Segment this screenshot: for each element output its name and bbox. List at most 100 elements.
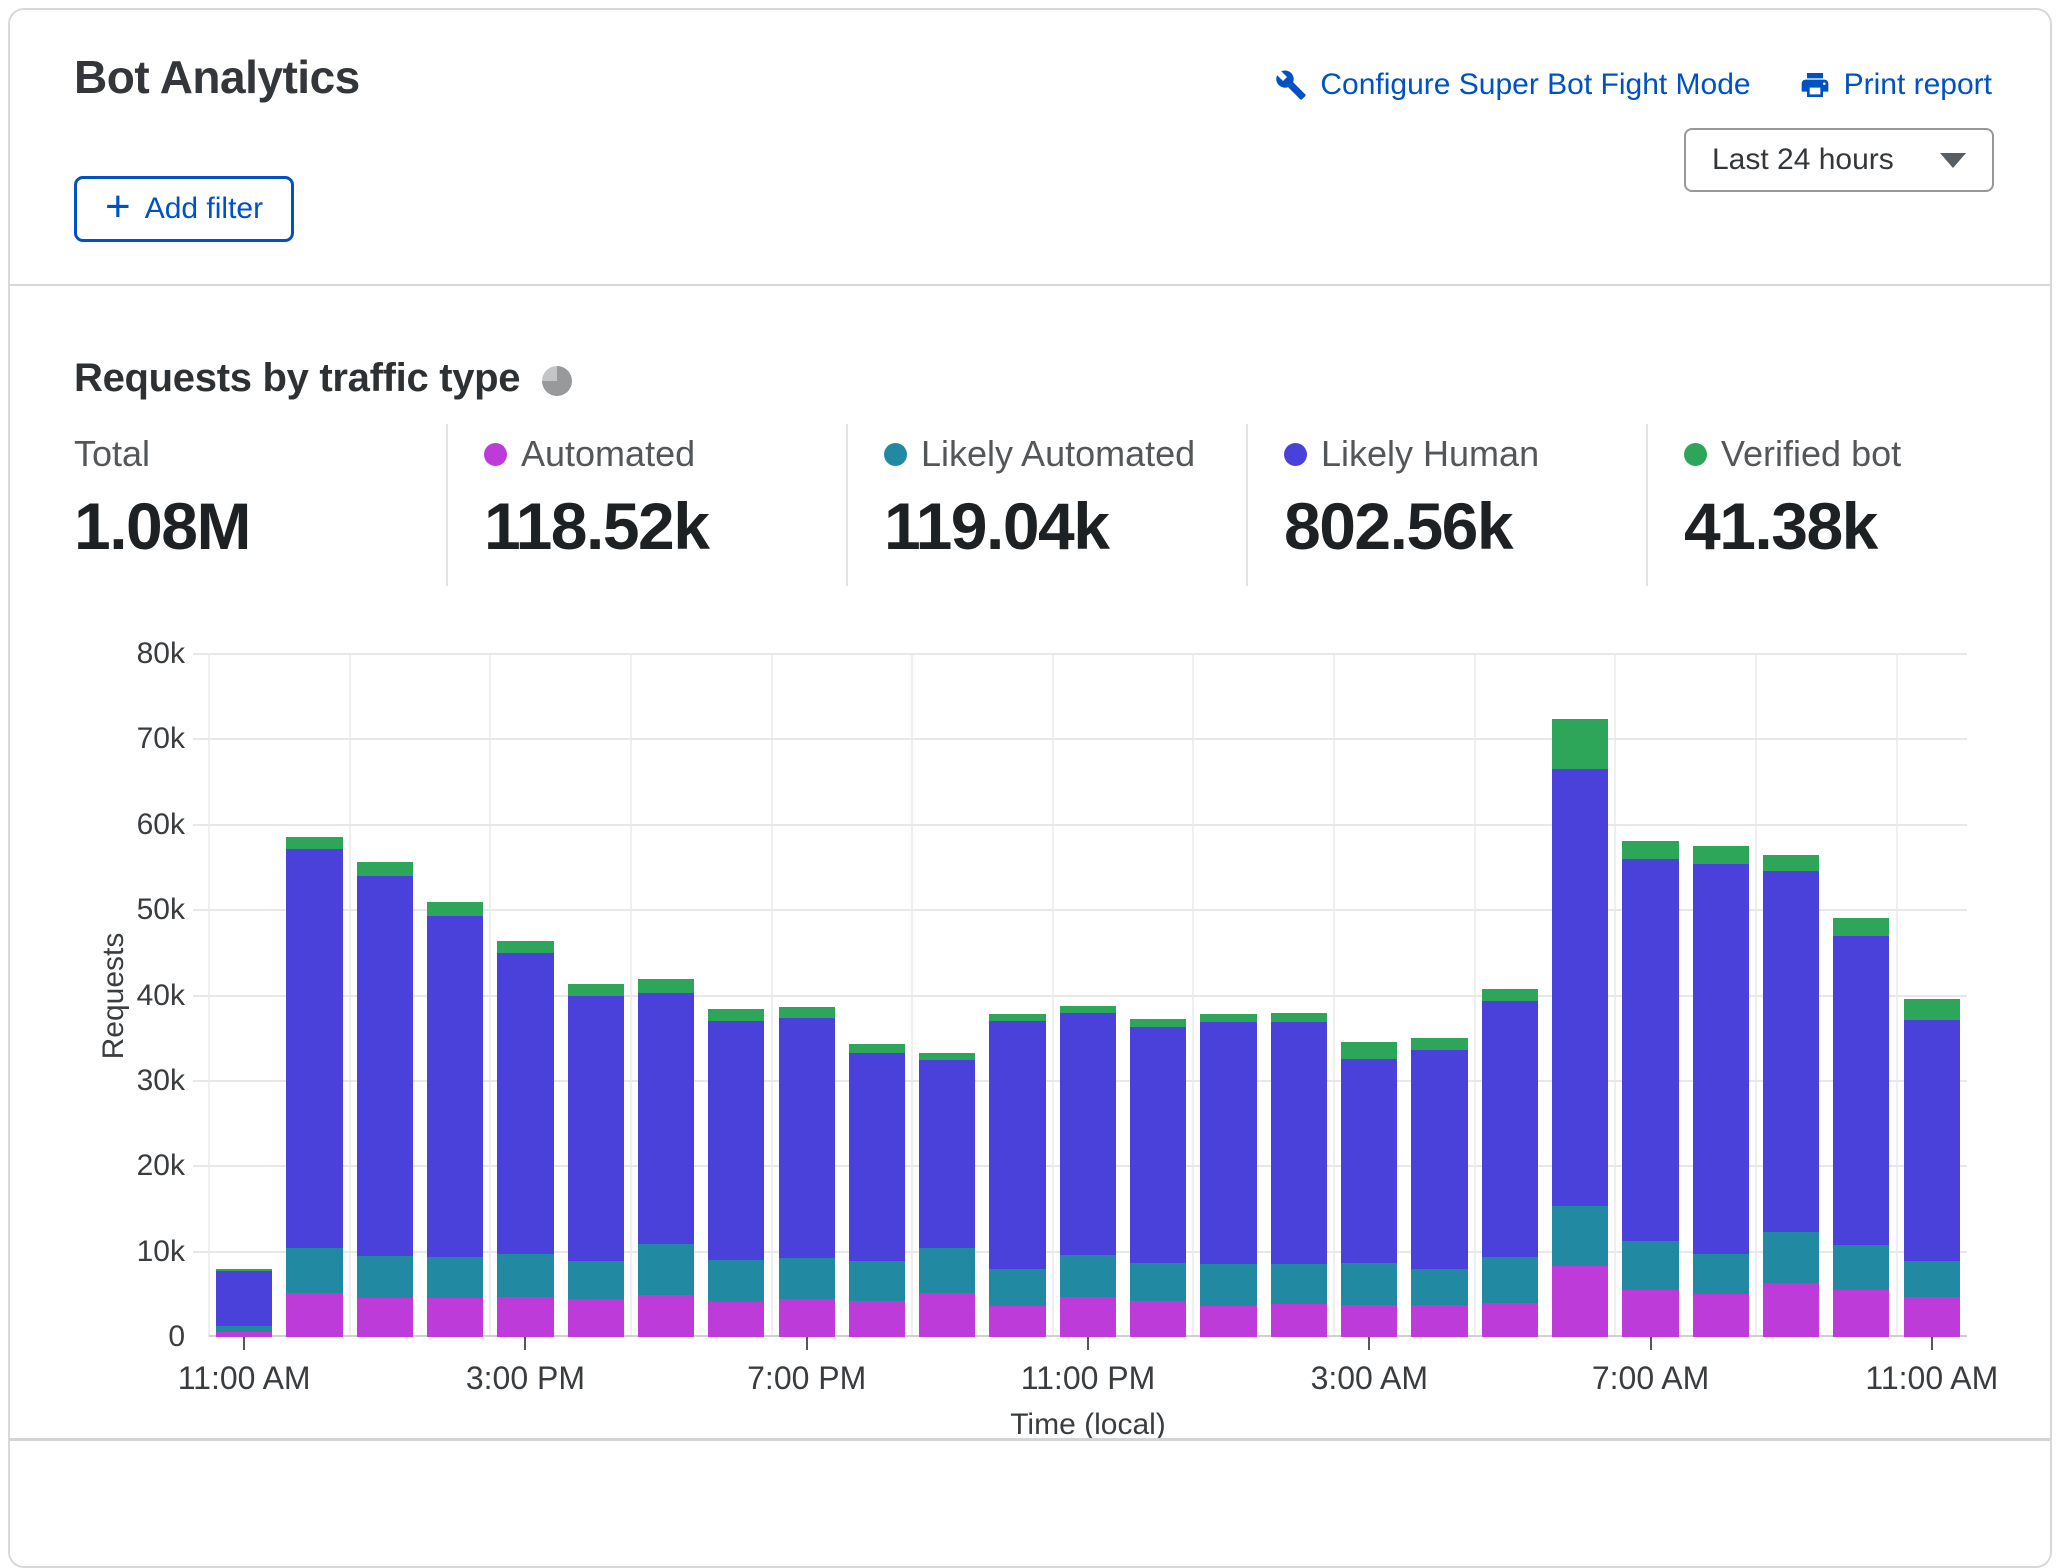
chart-bar-18[interactable]	[1411, 1038, 1467, 1337]
chart-bar-13[interactable]	[1060, 1006, 1116, 1337]
chart-bar-9[interactable]	[779, 1007, 835, 1337]
bar-segment-likely-automated	[1200, 1264, 1256, 1306]
page-title: Bot Analytics	[74, 50, 360, 104]
x-tick-label: 7:00 PM	[687, 1360, 927, 1397]
section-header: Requests by traffic type	[74, 356, 572, 401]
bar-slot	[1756, 654, 1826, 1337]
chart-bar-8[interactable]	[708, 1009, 764, 1337]
bar-segment-automated	[708, 1302, 764, 1337]
bar-segment-likely-human	[849, 1053, 905, 1261]
y-tick-label: 70k	[35, 719, 185, 759]
chart-bar-6[interactable]	[568, 984, 624, 1337]
chart-bar-19[interactable]	[1482, 989, 1538, 1337]
chart-bar-5[interactable]	[497, 941, 553, 1337]
chart-bar-22[interactable]	[1693, 846, 1749, 1337]
bar-slot	[1686, 654, 1756, 1337]
chart-bar-15[interactable]	[1200, 1014, 1256, 1337]
bar-segment-automated	[497, 1297, 553, 1337]
bar-segment-likely-automated	[708, 1260, 764, 1302]
bar-segment-automated	[1552, 1266, 1608, 1337]
bar-segment-verified-bot	[1763, 855, 1819, 871]
bar-segment-verified-bot	[568, 984, 624, 996]
chart-bar-14[interactable]	[1130, 1019, 1186, 1337]
stat-total: Total1.08M	[74, 432, 250, 564]
bar-segment-likely-automated	[568, 1261, 624, 1299]
bar-segment-likely-automated	[919, 1248, 975, 1292]
stat-value: 119.04k	[884, 488, 1195, 564]
x-tick-label: 3:00 AM	[1249, 1360, 1489, 1397]
chart-bar-4[interactable]	[427, 902, 483, 1337]
y-tick-label: 0	[35, 1317, 185, 1357]
chart-bar-3[interactable]	[357, 862, 413, 1338]
stat-label: Total	[74, 433, 150, 475]
bar-segment-likely-human	[216, 1271, 272, 1326]
bar-slot	[1897, 654, 1967, 1337]
bar-segment-likely-automated	[849, 1261, 905, 1301]
chart-bar-7[interactable]	[638, 979, 694, 1337]
add-filter-button[interactable]: + Add filter	[74, 176, 294, 242]
bar-segment-likely-automated	[1904, 1261, 1960, 1297]
print-report-link[interactable]: Print report	[1799, 68, 1992, 102]
bar-segment-verified-bot	[638, 979, 694, 993]
bar-segment-verified-bot	[357, 862, 413, 877]
bar-segment-automated	[1904, 1297, 1960, 1337]
chart-bar-2[interactable]	[286, 837, 342, 1337]
bar-segment-verified-bot	[1482, 989, 1538, 1001]
stat-label-row: Automated	[484, 432, 708, 476]
bar-segment-likely-automated	[427, 1257, 483, 1298]
print-link-label: Print report	[1844, 68, 1992, 102]
bar-segment-verified-bot	[708, 1009, 764, 1021]
chevron-down-icon	[1940, 153, 1966, 168]
chart-bar-1[interactable]	[216, 1269, 272, 1337]
bar-segment-automated	[849, 1301, 905, 1337]
chart-bar-24[interactable]	[1833, 918, 1889, 1337]
chart-bar-11[interactable]	[919, 1053, 975, 1337]
stat-label: Verified bot	[1721, 433, 1901, 475]
bar-segment-likely-human	[1341, 1059, 1397, 1263]
bar-slot	[209, 654, 279, 1337]
bar-segment-automated	[1693, 1294, 1749, 1337]
chart-bar-21[interactable]	[1622, 841, 1678, 1337]
bar-slot	[1123, 654, 1193, 1337]
bar-segment-likely-human	[1552, 769, 1608, 1206]
configure-super-bot-fight-mode-link[interactable]: Configure Super Bot Fight Mode	[1275, 68, 1750, 102]
legend-dot	[484, 443, 507, 466]
bar-slot	[1264, 654, 1334, 1337]
chart-bar-23[interactable]	[1763, 855, 1819, 1337]
time-range-value: Last 24 hours	[1712, 143, 1894, 177]
bar-segment-verified-bot	[1552, 719, 1608, 769]
bar-segment-verified-bot	[1271, 1013, 1327, 1022]
bar-segment-verified-bot	[497, 941, 553, 953]
x-tick-label: 11:00 PM	[968, 1360, 1208, 1397]
bar-segment-likely-automated	[357, 1256, 413, 1298]
bar-segment-likely-automated	[1411, 1269, 1467, 1306]
stat-label: Likely Human	[1321, 433, 1539, 475]
time-range-select[interactable]: Last 24 hours	[1684, 128, 1994, 192]
bar-slot	[1826, 654, 1896, 1337]
chart-bar-20[interactable]	[1552, 719, 1608, 1337]
bar-segment-likely-human	[1833, 936, 1889, 1245]
bar-segment-likely-human	[1482, 1001, 1538, 1257]
bar-segment-likely-human	[989, 1021, 1045, 1269]
bar-segment-automated	[1200, 1306, 1256, 1337]
bar-slot	[772, 654, 842, 1337]
bar-segment-likely-human	[1693, 864, 1749, 1254]
bar-slot	[1053, 654, 1123, 1337]
bar-segment-likely-automated	[1482, 1257, 1538, 1303]
stat-label: Automated	[521, 433, 695, 475]
bar-segment-automated	[1763, 1283, 1819, 1337]
legend-dot	[884, 443, 907, 466]
bar-segment-likely-human	[1060, 1013, 1116, 1255]
chart-bar-12[interactable]	[989, 1014, 1045, 1337]
stat-value: 802.56k	[1284, 488, 1539, 564]
chart-bar-17[interactable]	[1341, 1042, 1397, 1337]
bot-analytics-card: Bot Analytics Configure Super Bot Fight …	[8, 8, 2052, 1568]
chart-bar-16[interactable]	[1271, 1013, 1327, 1337]
chart-bar-10[interactable]	[849, 1044, 905, 1337]
x-tick-mark	[1650, 1337, 1652, 1350]
chart-bar-25[interactable]	[1904, 999, 1960, 1337]
stat-likely-human: Likely Human 802.56k	[1284, 432, 1539, 564]
bar-segment-automated	[427, 1298, 483, 1337]
bar-segment-likely-automated	[1130, 1263, 1186, 1301]
x-tick-label: 7:00 AM	[1531, 1360, 1771, 1397]
